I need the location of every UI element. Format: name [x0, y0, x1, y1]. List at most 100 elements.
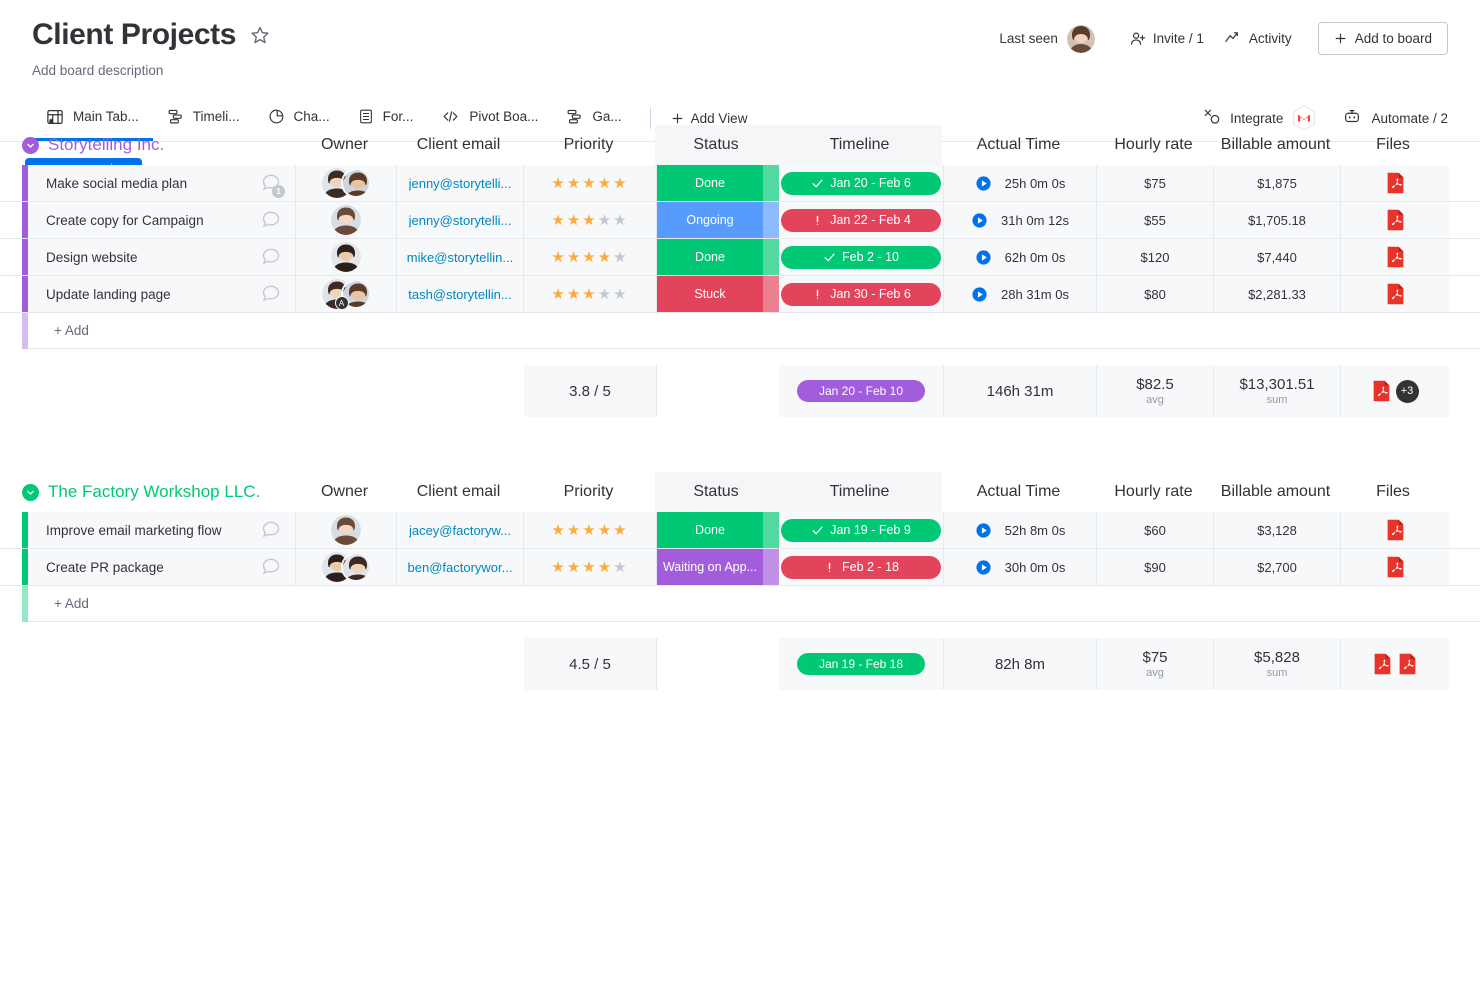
- hourly-rate-cell[interactable]: $80: [1097, 276, 1214, 312]
- group-collapse-icon[interactable]: [22, 137, 39, 154]
- owner-cell[interactable]: [296, 549, 397, 585]
- column-header-prio[interactable]: Priority: [522, 483, 655, 501]
- table-row[interactable]: Design websitemike@storytellin...★★★★★Do…: [0, 239, 1480, 276]
- billable-amount-cell[interactable]: $1,705.18: [1214, 202, 1341, 238]
- billable-amount-cell[interactable]: $1,875: [1214, 165, 1341, 201]
- task-name-cell[interactable]: Create PR package: [28, 549, 296, 585]
- owner-cell[interactable]: [296, 512, 397, 548]
- status-cell[interactable]: Waiting on App...: [657, 549, 779, 585]
- hourly-rate-cell[interactable]: $90: [1097, 549, 1214, 585]
- rating-stars[interactable]: ★★★★★: [551, 285, 628, 303]
- column-header-rate[interactable]: Hourly rate: [1095, 483, 1212, 501]
- timeline-cell[interactable]: Feb 2 - 10: [779, 239, 944, 275]
- table-row[interactable]: Create PR packageben@factorywor...★★★★★W…: [0, 549, 1480, 586]
- column-header-files[interactable]: Files: [1339, 136, 1447, 154]
- column-header-status[interactable]: Status: [655, 125, 777, 165]
- client-email-cell[interactable]: mike@storytellin...: [397, 239, 524, 275]
- timeline-cell[interactable]: Jan 19 - Feb 9: [779, 512, 944, 548]
- column-header-rate[interactable]: Hourly rate: [1095, 136, 1212, 154]
- owner-cell[interactable]: [296, 202, 397, 238]
- comment-icon[interactable]: [261, 246, 281, 269]
- comment-icon[interactable]: [261, 556, 281, 579]
- pdf-icon[interactable]: [1386, 283, 1405, 305]
- avatar-group[interactable]: [322, 168, 371, 198]
- billable-amount-cell[interactable]: $2,281.33: [1214, 276, 1341, 312]
- billable-amount-cell[interactable]: $3,128: [1214, 512, 1341, 548]
- timeline-pill[interactable]: Jan 20 - Feb 6: [781, 172, 941, 195]
- actual-time-cell[interactable]: 52h 8m 0s: [944, 512, 1097, 548]
- add-row-label[interactable]: + Add: [28, 313, 302, 349]
- table-row[interactable]: Update landing page Atash@storytellin... ★…: [0, 276, 1480, 313]
- timeline-pill[interactable]: Jan 19 - Feb 9: [781, 519, 941, 542]
- timeline-pill[interactable]: Jan 30 - Feb 6: [781, 283, 941, 306]
- column-header-email[interactable]: Client email: [395, 483, 522, 501]
- favorite-star-icon[interactable]: [250, 25, 270, 45]
- client-email-cell[interactable]: jacey@factoryw...: [397, 512, 524, 548]
- activity-button[interactable]: Activity: [1214, 24, 1302, 53]
- avatar[interactable]: [1067, 25, 1095, 53]
- column-header-billable[interactable]: Billable amount: [1212, 136, 1339, 154]
- client-email[interactable]: jacey@factoryw...: [409, 523, 511, 538]
- timeline-pill[interactable]: Feb 2 - 10: [781, 246, 941, 269]
- status-cell[interactable]: Done: [657, 239, 779, 275]
- client-email[interactable]: tash@storytellin...: [408, 287, 512, 302]
- task-name-cell[interactable]: Create copy for Campaign: [28, 202, 296, 238]
- group-collapse-icon[interactable]: [22, 484, 39, 501]
- pdf-icon[interactable]: [1398, 653, 1417, 675]
- avatar[interactable]: [331, 515, 361, 545]
- actual-time-cell[interactable]: 31h 0m 12s: [944, 202, 1097, 238]
- task-name-cell[interactable]: Make social media plan1: [28, 165, 296, 201]
- avatar-group[interactable]: A: [322, 279, 371, 309]
- actual-time-cell[interactable]: 25h 0m 0s: [944, 165, 1097, 201]
- comment-icon[interactable]: [261, 209, 281, 232]
- comment-icon[interactable]: [261, 519, 281, 542]
- column-header-billable[interactable]: Billable amount: [1212, 483, 1339, 501]
- table-row[interactable]: Make social media plan1 jenny@storytelli.…: [0, 165, 1480, 202]
- column-header-actual[interactable]: Actual Time: [942, 483, 1095, 501]
- client-email[interactable]: jenny@storytelli...: [409, 213, 512, 228]
- rating-stars[interactable]: ★★★★★: [551, 174, 628, 192]
- pdf-icon[interactable]: [1386, 246, 1405, 268]
- files-cell[interactable]: [1341, 239, 1449, 275]
- column-header-status[interactable]: Status: [655, 472, 777, 512]
- task-name-cell[interactable]: Improve email marketing flow: [28, 512, 296, 548]
- rating-stars[interactable]: ★★★★★: [551, 211, 628, 229]
- group-title[interactable]: Storytelling Inc.: [48, 135, 164, 155]
- group-title[interactable]: The Factory Workshop LLC.: [48, 482, 260, 502]
- pdf-icon[interactable]: [1372, 380, 1391, 402]
- avatar-group[interactable]: [331, 242, 361, 272]
- avatar[interactable]: [331, 205, 361, 235]
- comment-icon[interactable]: 1: [261, 172, 281, 195]
- owner-cell[interactable]: A: [296, 276, 397, 312]
- actual-time-cell[interactable]: 62h 0m 0s: [944, 239, 1097, 275]
- client-email-cell[interactable]: jenny@storytelli...: [397, 165, 524, 201]
- task-name-cell[interactable]: Update landing page: [28, 276, 296, 312]
- column-header-owner[interactable]: Owner: [294, 136, 395, 154]
- actual-time-cell[interactable]: 30h 0m 0s: [944, 549, 1097, 585]
- billable-amount-cell[interactable]: $2,700: [1214, 549, 1341, 585]
- files-cell[interactable]: [1341, 549, 1449, 585]
- timeline-cell[interactable]: Jan 20 - Feb 6: [779, 165, 944, 201]
- play-icon[interactable]: [975, 559, 992, 576]
- client-email-cell[interactable]: tash@storytellin...: [397, 276, 524, 312]
- comment-icon[interactable]: [261, 283, 281, 306]
- owner-cell[interactable]: [296, 165, 397, 201]
- status-cell[interactable]: Ongoing: [657, 202, 779, 238]
- column-header-prio[interactable]: Priority: [522, 136, 655, 154]
- client-email[interactable]: ben@factorywor...: [408, 560, 513, 575]
- timeline-pill[interactable]: Jan 22 - Feb 4: [781, 209, 941, 232]
- pdf-icon[interactable]: [1386, 209, 1405, 231]
- column-header-owner[interactable]: Owner: [294, 483, 395, 501]
- avatar-group[interactable]: [331, 515, 361, 545]
- priority-cell[interactable]: ★★★★★: [524, 512, 657, 548]
- files-cell[interactable]: [1341, 512, 1449, 548]
- avatar-group[interactable]: [322, 552, 371, 582]
- task-name-cell[interactable]: Design website: [28, 239, 296, 275]
- client-email-cell[interactable]: jenny@storytelli...: [397, 202, 524, 238]
- invite-button[interactable]: Invite / 1: [1119, 24, 1214, 53]
- add-to-board-button[interactable]: Add to board: [1318, 22, 1448, 55]
- column-header-files[interactable]: Files: [1339, 483, 1447, 501]
- play-icon[interactable]: [971, 212, 988, 229]
- column-header-timeline[interactable]: Timeline: [777, 472, 942, 512]
- pdf-icon[interactable]: [1386, 519, 1405, 541]
